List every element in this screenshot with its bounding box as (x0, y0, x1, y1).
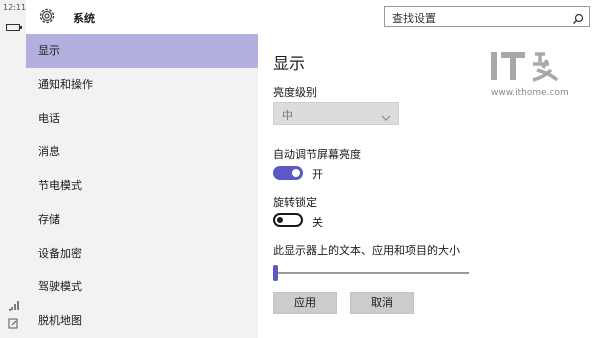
sidebar-item-phone[interactable]: 电话 (26, 102, 258, 136)
text-size-slider-thumb[interactable] (273, 265, 278, 281)
watermark: www.ithome.com (491, 48, 569, 98)
ithome-logo (491, 52, 559, 82)
brightness-select[interactable]: 中 (273, 102, 399, 125)
status-strip: 12:11 (0, 0, 26, 338)
signal-icon (8, 300, 19, 311)
brightness-value: 中 (282, 109, 293, 122)
rotation-lock-toggle[interactable] (273, 213, 303, 227)
rotation-lock-label: 旋转锁定 (273, 196, 317, 209)
apply-button[interactable]: 应用 (273, 292, 337, 314)
sidebar-item-storage[interactable]: 存储 (26, 203, 258, 237)
sidebar-item-offline-maps[interactable]: 脱机地图 (26, 304, 258, 338)
brightness-label: 亮度级别 (273, 86, 317, 99)
sidebar-item-messaging[interactable]: 消息 (26, 135, 258, 169)
search-icon[interactable] (572, 10, 584, 24)
header: 系统 查找设置 (26, 0, 600, 34)
auto-brightness-label: 自动调节屏幕亮度 (273, 148, 361, 161)
sidebar-item-battery-saver[interactable]: 节电模式 (26, 169, 258, 203)
sidebar-item-driving-mode[interactable]: 驾驶模式 (26, 270, 258, 304)
battery-icon (6, 24, 22, 31)
toggle-knob (292, 169, 300, 177)
rotation-lock-state: 关 (312, 216, 323, 229)
gear-icon[interactable] (37, 6, 57, 26)
search-input[interactable]: 查找设置 (384, 6, 590, 27)
sidebar-item-display[interactable]: 显示 (26, 34, 258, 68)
clock: 12:11 (3, 3, 27, 12)
search-placeholder: 查找设置 (392, 12, 436, 25)
text-size-slider[interactable] (273, 272, 469, 274)
watermark-url: www.ithome.com (491, 88, 569, 98)
cancel-button[interactable]: 取消 (350, 292, 414, 314)
auto-brightness-state: 开 (312, 168, 323, 181)
toggle-knob (277, 217, 283, 223)
sidebar-item-notifications[interactable]: 通知和操作 (26, 68, 258, 102)
chevron-down-icon (381, 108, 391, 121)
sidebar-item-device-encryption[interactable]: 设备加密 (26, 237, 258, 271)
auto-brightness-toggle[interactable] (273, 166, 303, 180)
sidebar: 显示 通知和操作 电话 消息 节电模式 存储 设备加密 驾驶模式 脱机地图 (26, 34, 258, 338)
page-title: 显示 (273, 54, 306, 73)
edit-icon (8, 318, 19, 329)
app-title: 系统 (73, 12, 95, 25)
text-size-label: 此显示器上的文本、应用和项目的大小 (273, 244, 460, 257)
